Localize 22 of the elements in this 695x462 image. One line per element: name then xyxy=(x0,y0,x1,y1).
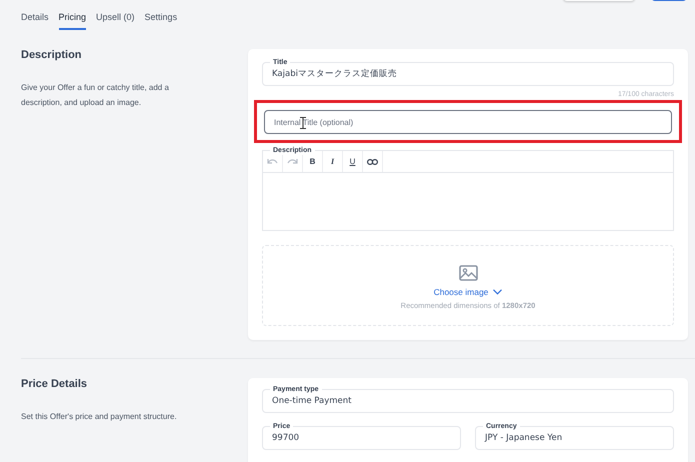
bold-button[interactable]: B xyxy=(303,151,323,172)
field-value: 99700 xyxy=(272,433,300,443)
tab[interactable]: Details xyxy=(21,11,49,30)
link-icon xyxy=(367,158,378,164)
tab[interactable]: Settings xyxy=(144,11,178,30)
choose-image-button[interactable]: Choose image xyxy=(434,286,502,296)
tab[interactable]: Upsell (0) xyxy=(96,11,135,30)
redo-icon xyxy=(287,158,298,165)
section-heading: Description xyxy=(21,49,83,61)
tab[interactable]: Pricing xyxy=(58,11,86,30)
section-description: Give your Offer a fun or catchy title, add a description, and upload an image. xyxy=(21,82,170,109)
field-value: JPY - Japanese Yen xyxy=(485,433,562,443)
chevron-down-icon xyxy=(493,288,502,294)
italic-button[interactable]: I xyxy=(323,151,343,172)
image-icon xyxy=(458,264,478,280)
field-value: One-time Payment xyxy=(272,396,352,406)
field-value: Kajabiマスタークラス定価販売 xyxy=(272,68,397,80)
section-description: Set this Offer's price and payment structure. xyxy=(21,411,178,423)
section-heading: Price Details xyxy=(21,378,88,390)
internal-title-field[interactable]: Internal Title (optional) xyxy=(264,110,672,134)
underline-button[interactable]: U xyxy=(343,151,363,172)
undo-icon xyxy=(267,158,278,165)
